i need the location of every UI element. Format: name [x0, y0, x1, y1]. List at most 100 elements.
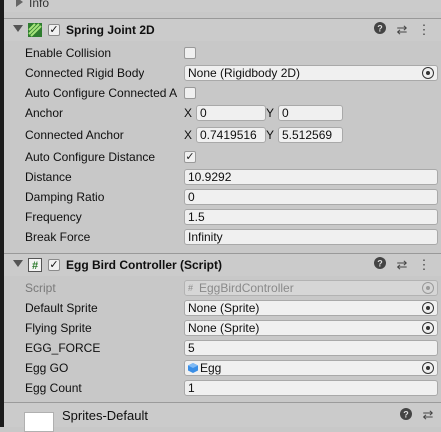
damping-ratio-label: Damping Ratio	[25, 190, 105, 204]
anchor-x-field[interactable]: 0	[196, 105, 266, 121]
egg-go-field[interactable]: Egg	[184, 360, 438, 376]
connected-anchor-x-field[interactable]: 0.7419516	[196, 127, 266, 143]
anchor-label: Anchor	[25, 106, 64, 120]
info-label: Info	[29, 0, 50, 10]
prefab-cube-icon	[188, 363, 198, 373]
connected-anchor-y-value: 5.512569	[282, 128, 333, 142]
spring-joint-foldout-arrow-icon[interactable]	[13, 25, 23, 32]
spring-joint-component-icon	[28, 23, 42, 37]
anchor-x-label[interactable]: X	[184, 103, 192, 123]
anchor-row: Anchor X 0 Y 0	[4, 103, 441, 123]
connected-anchor-x-label[interactable]: X	[184, 125, 192, 145]
distance-field[interactable]: 10.9292	[184, 169, 438, 185]
auto-configure-distance-checkbox[interactable]: ✓	[184, 151, 196, 163]
connected-anchor-label: Connected Anchor	[25, 128, 124, 142]
egg-bird-help-icon[interactable]: ?	[372, 257, 388, 273]
egg-bird-presets-icon[interactable]: ⇄	[394, 257, 410, 273]
egg-count-value: 1	[188, 381, 195, 395]
script-picker-icon	[422, 282, 434, 294]
enable-collision-checkbox[interactable]	[184, 47, 196, 59]
egg-go-row: Egg GO Egg	[4, 358, 441, 378]
object-picker-icon[interactable]	[422, 302, 434, 314]
spring-joint-title: Spring Joint 2D	[66, 23, 155, 37]
object-picker-icon[interactable]	[422, 322, 434, 334]
material-header[interactable]: Sprites-Default ? ⇄	[4, 403, 441, 432]
frequency-field[interactable]: 1.5	[184, 209, 438, 225]
egg-bird-enabled-checkbox[interactable]: ✓	[48, 259, 60, 271]
flying-sprite-row: Flying Sprite None (Sprite)	[4, 318, 441, 338]
svg-text:?: ?	[377, 259, 383, 269]
csharp-script-icon: #	[28, 258, 42, 272]
spring-joint-2d-header[interactable]: ✓ Spring Joint 2D ? ⇄ ⋮	[4, 18, 441, 41]
anchor-y-value: 0	[282, 106, 289, 120]
info-foldout-arrow-icon[interactable]	[16, 0, 23, 7]
break-force-label: Break Force	[25, 230, 91, 244]
egg-bird-controller-header[interactable]: # ✓ Egg Bird Controller (Script) ? ⇄ ⋮	[4, 253, 441, 276]
spring-joint-presets-icon[interactable]: ⇄	[394, 22, 410, 38]
damping-ratio-value: 0	[188, 190, 195, 204]
material-help-icon[interactable]: ?	[398, 408, 414, 424]
script-field: # EggBirdController	[184, 280, 438, 296]
connected-rigidbody-row: Connected Rigid Body None (Rigidbody 2D)	[4, 63, 441, 83]
spring-joint-help-icon[interactable]: ?	[372, 22, 388, 38]
egg-force-field[interactable]: 5	[184, 340, 438, 356]
default-sprite-row: Default Sprite None (Sprite)	[4, 298, 441, 318]
enable-collision-label: Enable Collision	[25, 46, 112, 60]
egg-bird-more-icon[interactable]: ⋮	[416, 257, 432, 273]
enable-collision-row: Enable Collision	[4, 43, 441, 63]
auto-configure-connected-anchor-checkbox[interactable]	[184, 87, 196, 99]
distance-row: Distance 10.9292	[4, 167, 441, 187]
connected-anchor-y-field[interactable]: 5.512569	[278, 127, 343, 143]
egg-count-row: Egg Count 1	[4, 378, 441, 398]
egg-count-field[interactable]: 1	[184, 380, 438, 396]
egg-go-label: Egg GO	[25, 361, 69, 375]
script-row: Script # EggBirdController	[4, 278, 441, 298]
flying-sprite-value: None (Sprite)	[188, 321, 260, 335]
material-name: Sprites-Default	[62, 408, 148, 423]
script-label: Script	[25, 281, 56, 295]
anchor-y-field[interactable]: 0	[278, 105, 343, 121]
flying-sprite-field[interactable]: None (Sprite)	[184, 320, 438, 336]
break-force-value: Infinity	[188, 230, 223, 244]
auto-configure-distance-row: Auto Configure Distance ✓	[4, 147, 441, 167]
svg-text:?: ?	[403, 410, 409, 420]
material-preview-swatch	[24, 412, 54, 432]
damping-ratio-field[interactable]: 0	[184, 189, 438, 205]
default-sprite-field[interactable]: None (Sprite)	[184, 300, 438, 316]
distance-label: Distance	[25, 170, 72, 184]
break-force-field[interactable]: Infinity	[184, 229, 438, 245]
flying-sprite-label: Flying Sprite	[25, 321, 92, 335]
script-file-icon: #	[188, 283, 194, 293]
frequency-row: Frequency 1.5	[4, 207, 441, 227]
default-sprite-value: None (Sprite)	[188, 301, 260, 315]
distance-value: 10.9292	[188, 170, 232, 184]
script-value: EggBirdController	[199, 281, 294, 295]
egg-bird-foldout-arrow-icon[interactable]	[13, 260, 23, 267]
frequency-value: 1.5	[188, 210, 205, 224]
spring-joint-enabled-checkbox[interactable]: ✓	[48, 24, 60, 36]
material-presets-icon[interactable]: ⇄	[420, 407, 436, 423]
info-section-header[interactable]: Info	[4, 0, 441, 12]
connected-anchor-row: Connected Anchor X 0.7419516 Y 5.512569	[4, 125, 441, 145]
svg-text:#: #	[32, 260, 38, 272]
connected-rigidbody-value: None (Rigidbody 2D)	[188, 66, 301, 80]
connected-rigidbody-field[interactable]: None (Rigidbody 2D)	[184, 65, 438, 81]
object-picker-icon[interactable]	[422, 362, 434, 374]
spring-joint-more-icon[interactable]: ⋮	[416, 22, 432, 38]
egg-force-row: EGG_FORCE 5	[4, 338, 441, 358]
auto-configure-distance-label: Auto Configure Distance	[25, 150, 156, 164]
object-picker-icon[interactable]	[422, 67, 434, 79]
anchor-x-value: 0	[200, 106, 207, 120]
connected-rigidbody-label: Connected Rigid Body	[25, 66, 145, 80]
connected-anchor-y-label[interactable]: Y	[266, 125, 274, 145]
egg-bird-controller-title: Egg Bird Controller (Script)	[66, 258, 222, 272]
egg-count-label: Egg Count	[25, 381, 82, 395]
svg-text:?: ?	[377, 24, 383, 34]
auto-configure-connected-anchor-row: Auto Configure Connected A	[4, 83, 441, 103]
anchor-y-label[interactable]: Y	[266, 103, 274, 123]
egg-force-label: EGG_FORCE	[25, 341, 101, 355]
break-force-row: Break Force Infinity	[4, 227, 441, 247]
frequency-label: Frequency	[25, 210, 82, 224]
egg-force-value: 5	[188, 341, 195, 355]
damping-ratio-row: Damping Ratio 0	[4, 187, 441, 207]
